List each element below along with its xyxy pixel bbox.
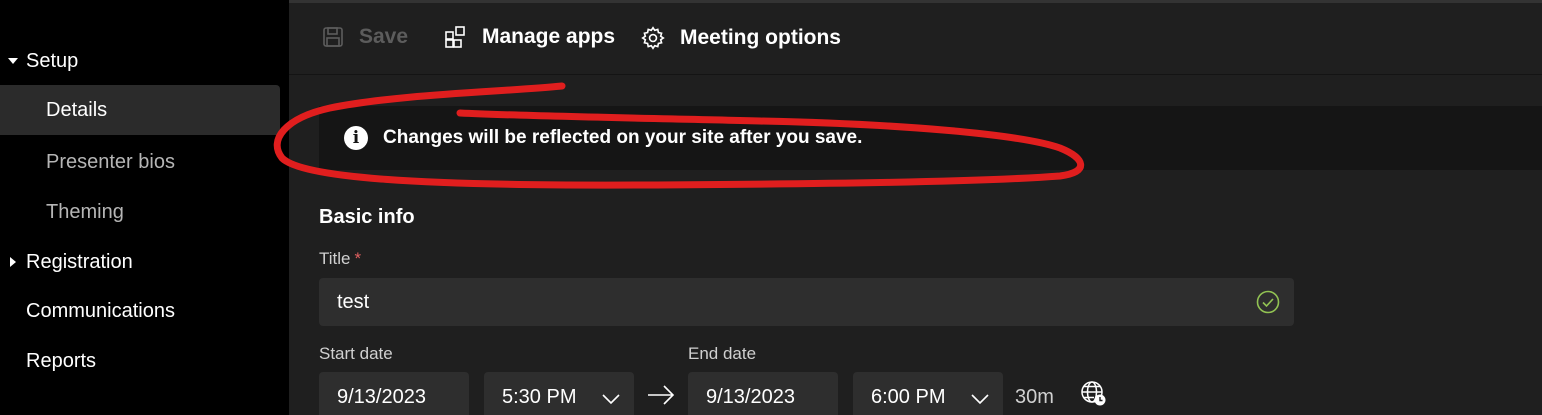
gear-icon (640, 25, 666, 51)
start-time-dropdown[interactable]: 5:30 PM (484, 372, 634, 415)
info-banner: i Changes will be reflected on your site… (319, 106, 1542, 170)
save-icon (321, 25, 345, 49)
caret-down-icon (0, 57, 26, 65)
start-date-picker[interactable]: 9/13/2023 (319, 372, 469, 415)
sidebar-item-reports[interactable]: Reports (0, 346, 96, 376)
meeting-options-label: Meeting options (680, 26, 841, 49)
banner-message: Changes will be reflected on your site a… (383, 127, 863, 148)
end-date-picker[interactable]: 9/13/2023 (688, 372, 838, 415)
sidebar-item-label: Theming (46, 200, 124, 223)
sidebar-item-label: Reports (26, 349, 97, 372)
sidebar-item-presenter-bios[interactable]: Presenter bios (0, 137, 280, 187)
info-icon: i (344, 126, 368, 150)
required-marker: * (354, 249, 362, 268)
timezone-globe-icon[interactable] (1080, 380, 1108, 413)
end-date-label: End date (688, 344, 757, 363)
check-circle-icon (1256, 290, 1280, 320)
title-label-text: Title (319, 249, 351, 268)
sidebar-item-registration[interactable]: Registration (0, 247, 133, 277)
toolbar: Save Manage apps Meeting options (289, 3, 1542, 75)
apps-icon (444, 25, 468, 49)
duration-text: 30m (1015, 386, 1054, 408)
sidebar-item-label: Presenter bios (46, 150, 175, 173)
sidebar-item-theming[interactable]: Theming (0, 187, 280, 237)
manage-apps-button[interactable]: Manage apps (444, 25, 615, 49)
sidebar-item-details[interactable]: Details (0, 85, 280, 135)
start-time-value: 5:30 PM (502, 385, 577, 408)
end-date-value: 9/13/2023 (706, 385, 795, 408)
meeting-options-button[interactable]: Meeting options (640, 25, 841, 51)
title-input-value: test (337, 290, 370, 313)
start-date-value: 9/13/2023 (337, 385, 426, 408)
end-time-dropdown[interactable]: 6:00 PM (853, 372, 1003, 415)
section-title-basic-info: Basic info (319, 206, 415, 228)
save-label: Save (359, 25, 409, 48)
caret-right-icon (0, 257, 26, 267)
start-date-label: Start date (319, 344, 393, 363)
sidebar-item-label: Details (46, 98, 108, 121)
sidebar-item-communications[interactable]: Communications (0, 296, 175, 326)
save-button[interactable]: Save (321, 25, 408, 49)
arrow-right-icon (647, 384, 675, 411)
sidebar-item-label: Communications (26, 299, 175, 322)
sidebar: Setup Details Presenter bios Theming Reg… (0, 0, 289, 415)
end-time-value: 6:00 PM (871, 385, 946, 408)
sidebar-item-label: Registration (26, 250, 133, 273)
sidebar-item-label: Setup (26, 49, 79, 72)
chevron-down-icon (602, 388, 620, 411)
main-panel: Save Manage apps Meeting options i Chang… (289, 0, 1542, 415)
title-label: Title * (319, 249, 361, 269)
chevron-down-icon (971, 388, 989, 411)
sidebar-item-setup[interactable]: Setup (0, 46, 78, 76)
title-input[interactable]: test (319, 278, 1294, 326)
manage-apps-label: Manage apps (482, 25, 616, 48)
